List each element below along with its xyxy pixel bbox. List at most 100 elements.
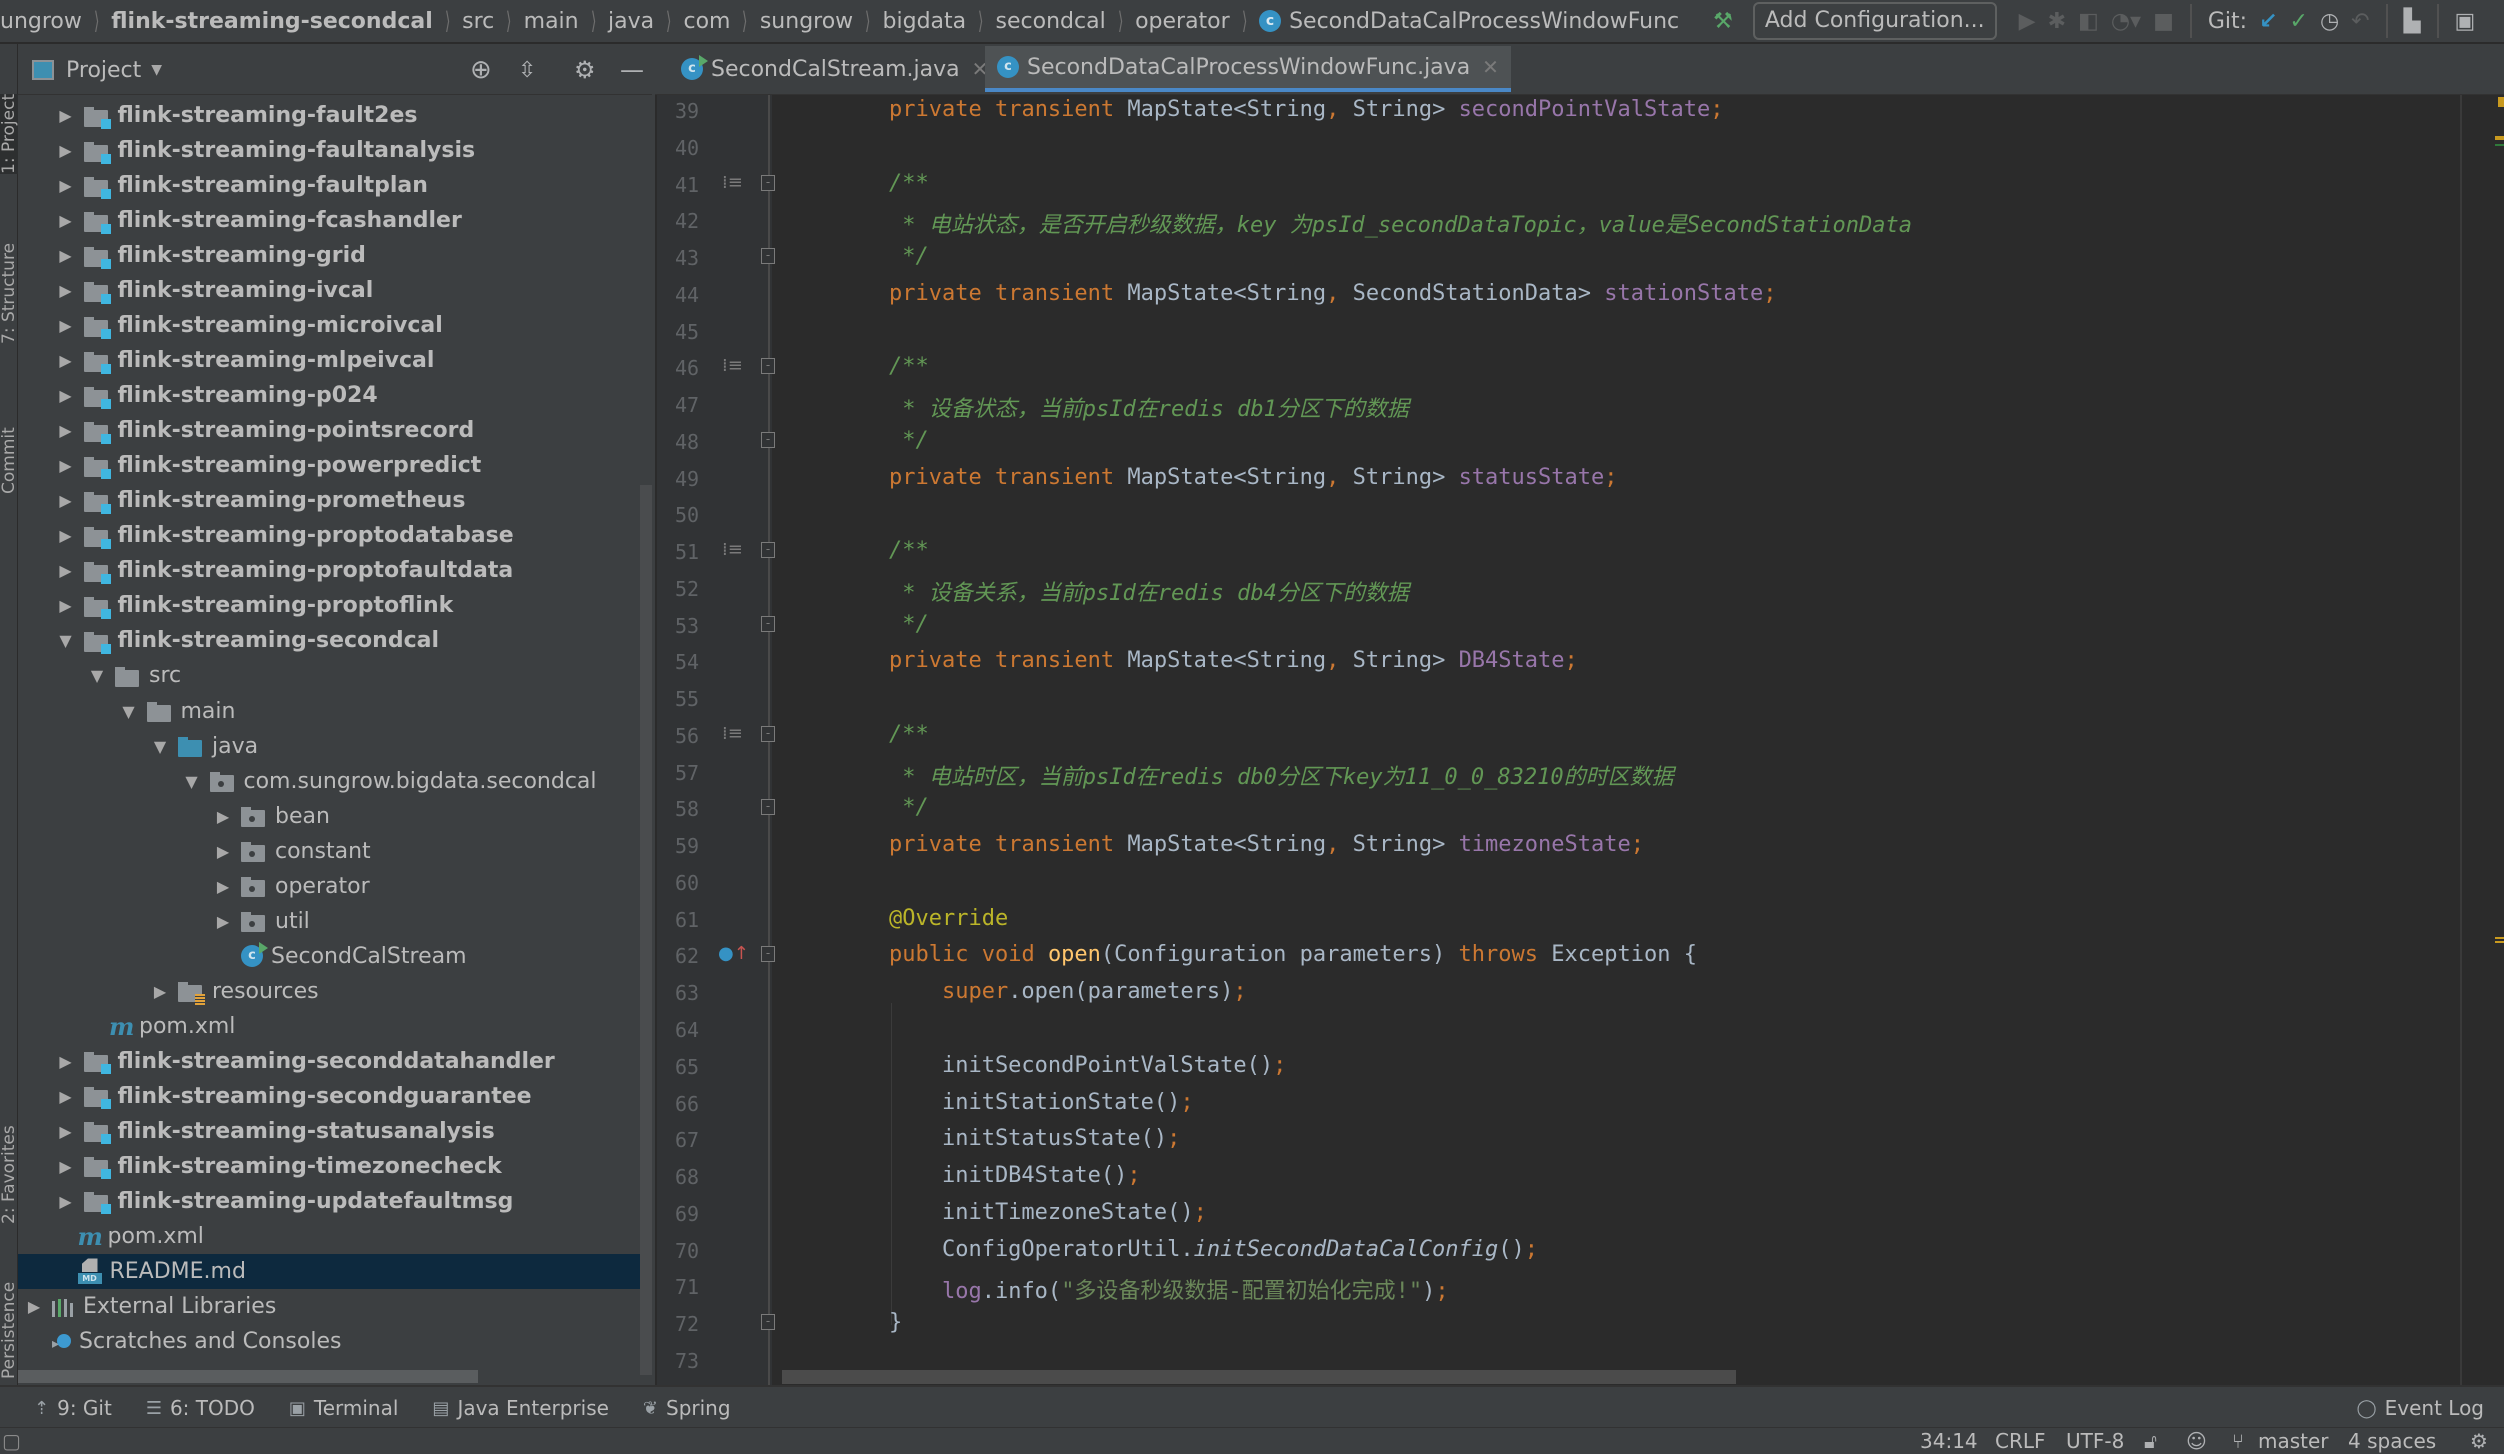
collapsed-arrow-icon[interactable]: ▶ [54, 316, 78, 335]
tree-item[interactable]: ▼ main [18, 694, 652, 729]
tree-item[interactable]: ▶ flink-streaming-ivcal [18, 273, 652, 308]
tree-item[interactable]: ▶ flink-streaming-secondguarantee [18, 1079, 652, 1114]
settings-icon[interactable]: ⚙ [574, 56, 596, 84]
collapsed-arrow-icon[interactable]: ▶ [54, 1122, 78, 1141]
tool-window-commit[interactable]: Commit [0, 427, 19, 494]
doc-comment-toggle-icon[interactable]: ⁞≡ [722, 723, 743, 744]
fold-collapse-icon[interactable]: - [760, 174, 776, 194]
fold-collapse-icon[interactable]: - [760, 357, 776, 377]
file-encoding[interactable]: UTF-8 [2066, 1428, 2124, 1454]
collapsed-arrow-icon[interactable]: ▶ [54, 386, 78, 405]
rollback-icon[interactable]: ↶ [2351, 4, 2369, 38]
locate-file-icon[interactable]: ⊕ [470, 55, 492, 85]
project-tree-horizontal-scrollbar[interactable] [18, 1370, 478, 1383]
tree-item[interactable]: ▶ flink-streaming-proptoflink [18, 588, 652, 623]
collapsed-arrow-icon[interactable]: ▶ [54, 596, 78, 615]
expanded-arrow-icon[interactable]: ▼ [117, 702, 141, 721]
tree-item[interactable]: ▶ constant [18, 834, 652, 869]
breadcrumb-item[interactable]: src [462, 9, 494, 34]
doc-comment-toggle-icon[interactable]: ⁞≡ [722, 172, 743, 193]
tool-java-enterprise[interactable]: ▤ Java Enterprise [432, 1396, 609, 1420]
breadcrumb-item[interactable]: bigdata [883, 9, 967, 34]
collapsed-arrow-icon[interactable]: ▶ [211, 807, 235, 826]
add-configuration-button[interactable]: Add Configuration... [1752, 2, 1997, 40]
warning-marker[interactable] [2495, 136, 2504, 140]
breadcrumb-item[interactable]: secondcal [996, 9, 1106, 34]
tree-item[interactable]: ▶ util [18, 904, 652, 939]
warning-marker[interactable] [2495, 937, 2504, 939]
tool-git[interactable]: ⇡ 9: Git [34, 1396, 112, 1420]
tool-window-structure[interactable]: 7: Structure [0, 243, 19, 344]
tree-item[interactable]: ▼ com.sungrow.bigdata.secondcal [18, 764, 652, 799]
fold-end-icon[interactable]: - [760, 615, 776, 635]
chevron-down-icon[interactable]: ▼ [151, 62, 162, 78]
expanded-arrow-icon[interactable]: ▼ [180, 772, 204, 791]
tool-window-persistence[interactable]: Persistence [0, 1282, 19, 1379]
tree-item[interactable]: c SecondCalStream [18, 939, 652, 974]
collapsed-arrow-icon[interactable]: ▶ [54, 176, 78, 195]
tree-item[interactable]: ▶ flink-streaming-proptofaultdata [18, 553, 652, 588]
warning-marker[interactable] [2495, 941, 2504, 943]
editor-horizontal-scrollbar[interactable] [782, 1370, 1736, 1384]
fold-end-icon[interactable]: - [760, 431, 776, 451]
tool-event-log[interactable]: ◯ Event Log [2356, 1396, 2484, 1420]
tree-item[interactable]: ▶ flink-streaming-proptodatabase [18, 518, 652, 553]
collapsed-arrow-icon[interactable]: ▶ [54, 106, 78, 125]
fold-collapse-icon[interactable]: - [760, 541, 776, 561]
collapsed-arrow-icon[interactable]: ▶ [54, 456, 78, 475]
fold-end-icon[interactable]: - [760, 798, 776, 818]
inspector-icon[interactable]: ☺ [2186, 1428, 2207, 1454]
memory-indicator-icon[interactable]: ⚙ [2470, 1428, 2488, 1454]
tab-secondcalstream[interactable]: c SecondCalStream.java ✕ [669, 46, 1000, 92]
tree-item[interactable]: ▶ flink-streaming-fault2es [18, 98, 652, 133]
tree-item[interactable]: ▼ src [18, 658, 652, 693]
collapsed-arrow-icon[interactable]: ▶ [211, 842, 235, 861]
inspection-status-icon[interactable] [2498, 97, 2504, 107]
breadcrumb-item[interactable]: c SecondDataCalProcessWindowFunc [1259, 9, 1679, 34]
tree-item[interactable]: ▶ operator [18, 869, 652, 904]
tab-seconddatacalprocesswindowfunc[interactable]: c SecondDataCalProcessWindowFunc.java ✕ [985, 46, 1511, 92]
collapsed-arrow-icon[interactable]: ▶ [54, 246, 78, 265]
hide-panel-icon[interactable]: — [620, 56, 644, 84]
run-icon[interactable]: ▶ [2019, 4, 2036, 38]
tree-item[interactable]: MD README.md [18, 1253, 652, 1289]
doc-comment-toggle-icon[interactable]: ⁞≡ [722, 539, 743, 560]
fold-collapse-icon[interactable]: - [760, 725, 776, 745]
coverage-icon[interactable]: ◧ [2078, 4, 2099, 38]
history-icon[interactable]: ◷ [2320, 4, 2339, 38]
project-structure-icon[interactable]: ▙ [2404, 4, 2421, 38]
expanded-arrow-icon[interactable]: ▼ [54, 631, 78, 650]
tree-item[interactable]: ▶ flink-streaming-statusanalysis [18, 1114, 652, 1149]
git-update-icon[interactable]: ↙ [2259, 4, 2277, 38]
collapsed-arrow-icon[interactable]: ▶ [22, 1297, 46, 1316]
overrides-method-icon[interactable]: ●↑ [718, 943, 749, 964]
breadcrumb-item[interactable]: com [683, 9, 730, 34]
tree-item[interactable]: ▶ flink-streaming-faultanalysis [18, 133, 652, 168]
tree-item[interactable]: ▶ flink-streaming-mlpeivcal [18, 343, 652, 378]
collapsed-arrow-icon[interactable]: ▶ [211, 877, 235, 896]
collapsed-arrow-icon[interactable]: ▶ [54, 1052, 78, 1071]
breadcrumb-item[interactable]: main [524, 9, 579, 34]
collapse-all-icon[interactable]: ⇳ [518, 58, 536, 83]
indent-setting[interactable]: 4 spaces [2348, 1428, 2436, 1454]
breadcrumb-item[interactable]: sungrow [760, 9, 853, 34]
debug-icon[interactable]: ✱ [2048, 4, 2066, 38]
breadcrumb-item[interactable]: ungrow [0, 9, 82, 34]
tool-todo[interactable]: ☰ 6: TODO [146, 1396, 255, 1420]
tree-item[interactable]: ▶ flink-streaming-p024 [18, 378, 652, 413]
tree-item[interactable]: ▶ resources [18, 974, 652, 1009]
stop-icon[interactable]: ■ [2153, 4, 2174, 38]
project-view-selector[interactable]: Project [66, 58, 141, 83]
git-branch[interactable]: master [2258, 1428, 2329, 1454]
tree-item[interactable]: ▶ flink-streaming-microivcal [18, 308, 652, 343]
tool-window-favorites[interactable]: 2: Favorites [0, 1125, 19, 1224]
project-tree-scrollbar[interactable] [640, 485, 652, 1375]
tool-window-project[interactable]: 1: Project [0, 93, 19, 174]
tree-item[interactable]: ▶ flink-streaming-fcashandler [18, 203, 652, 238]
fold-collapse-icon[interactable]: - [760, 945, 776, 965]
collapsed-arrow-icon[interactable]: ▶ [54, 1192, 78, 1211]
collapsed-arrow-icon[interactable]: ▶ [54, 1157, 78, 1176]
build-icon[interactable]: ⚒ [1713, 4, 1733, 38]
tree-item[interactable]: ▼ java [18, 729, 652, 764]
collapsed-arrow-icon[interactable]: ▶ [148, 982, 172, 1001]
